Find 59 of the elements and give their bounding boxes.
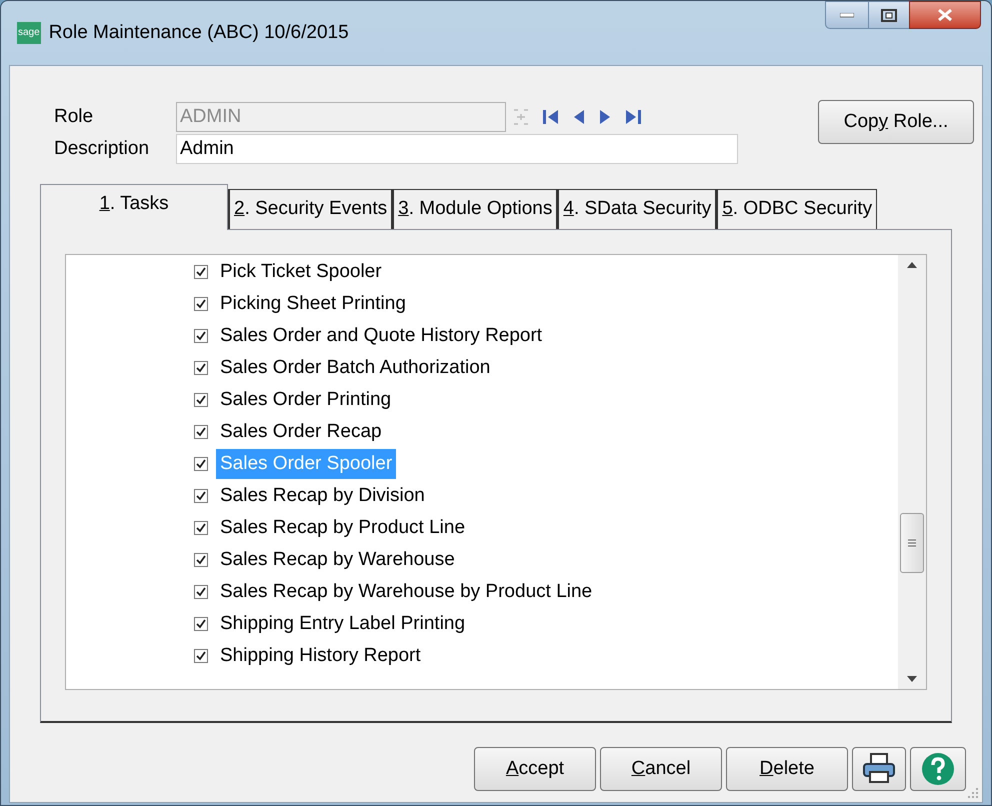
last-record-icon[interactable]: [624, 108, 642, 126]
tab[interactable]: 4. SData Security: [557, 189, 716, 229]
checkbox[interactable]: [194, 489, 208, 503]
dialog-button[interactable]: Delete: [726, 747, 848, 791]
description-field[interactable]: Admin: [176, 134, 738, 164]
scroll-down-icon[interactable]: [906, 675, 918, 683]
grip-icon: [907, 538, 917, 548]
field-label: Role: [54, 104, 94, 129]
checkbox[interactable]: [194, 457, 208, 471]
tab[interactable]: 5. ODBC Security: [716, 189, 878, 229]
tab[interactable]: 2. Security Events: [228, 189, 392, 229]
resize-grip-icon: [966, 786, 980, 800]
task-item[interactable]: Sales Order Batch Authorization: [216, 353, 494, 383]
close-icon: [937, 8, 953, 22]
task-item[interactable]: Sales Recap by Division: [216, 481, 429, 511]
help-button[interactable]: [910, 747, 966, 791]
checkbox[interactable]: [194, 585, 208, 599]
scroll-up-icon[interactable]: [906, 261, 918, 269]
checkbox[interactable]: [194, 553, 208, 567]
copy-role-button[interactable]: Copy Role...: [818, 100, 974, 144]
task-item[interactable]: Shipping History Report: [216, 641, 425, 671]
task-item[interactable]: Sales Recap by Warehouse by Product Line: [216, 577, 596, 607]
help-icon: [921, 752, 955, 786]
task-item[interactable]: Pick Ticket Spooler: [216, 257, 386, 287]
minimize-icon: [840, 12, 854, 18]
field-label: Description: [54, 136, 150, 161]
checkbox[interactable]: [194, 617, 208, 631]
sage-logo: sage: [17, 22, 41, 44]
tab[interactable]: 3. Module Options: [392, 189, 558, 229]
scrollbar-thumb[interactable]: [900, 513, 924, 573]
checkbox[interactable]: [194, 425, 208, 439]
minimize-button[interactable]: [825, 1, 869, 29]
next-record-icon[interactable]: [598, 108, 612, 126]
lookup-icon: [512, 108, 530, 126]
task-item[interactable]: Sales Recap by Warehouse: [216, 545, 459, 575]
task-item[interactable]: Sales Order and Quote History Report: [216, 321, 546, 351]
maximize-button[interactable]: [869, 1, 909, 29]
tab[interactable]: 1. Tasks: [40, 184, 228, 230]
task-item[interactable]: Picking Sheet Printing: [216, 289, 410, 319]
previous-record-icon[interactable]: [572, 108, 586, 126]
task-item[interactable]: Sales Recap by Product Line: [216, 513, 470, 543]
first-record-icon[interactable]: [542, 108, 560, 126]
task-item[interactable]: Sales Order Recap: [216, 417, 386, 447]
printer-icon: [862, 752, 896, 786]
print-button[interactable]: [852, 747, 906, 791]
dialog-button[interactable]: Accept: [474, 747, 596, 791]
checkbox[interactable]: [194, 329, 208, 343]
task-item[interactable]: Sales Order Printing: [216, 385, 396, 415]
checkbox[interactable]: [194, 393, 208, 407]
checkbox[interactable]: [194, 265, 208, 279]
checkbox[interactable]: [194, 521, 208, 535]
maximize-icon: [881, 8, 897, 22]
checkbox[interactable]: [194, 649, 208, 663]
window-title: Role Maintenance (ABC) 10/6/2015: [48, 20, 349, 45]
checkbox[interactable]: [194, 361, 208, 375]
dialog-button[interactable]: Cancel: [600, 747, 722, 791]
checkbox[interactable]: [194, 297, 208, 311]
close-button[interactable]: [909, 1, 981, 29]
task-item[interactable]: Shipping Entry Label Printing: [216, 609, 470, 639]
